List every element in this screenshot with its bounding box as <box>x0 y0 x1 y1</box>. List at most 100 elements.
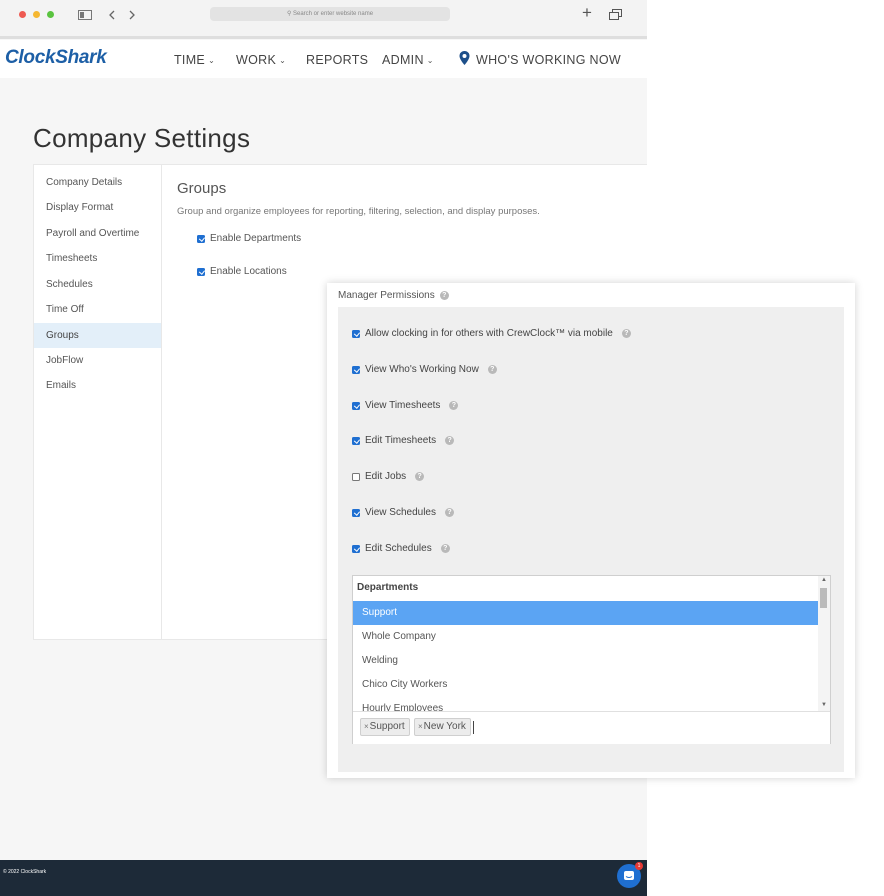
nav-work-label: WORK <box>236 53 277 67</box>
department-option-clip: Hourly Employees <box>353 697 818 711</box>
help-icon[interactable]: ? <box>440 544 450 553</box>
department-option[interactable]: Whole Company <box>353 625 818 649</box>
chat-notification-badge: 1 <box>635 862 643 870</box>
tab-overview-icon[interactable] <box>609 9 622 20</box>
zoom-window-button[interactable] <box>47 11 54 18</box>
permission-edit-jobs[interactable]: Edit Jobs ? <box>352 471 425 482</box>
help-icon[interactable]: ? <box>621 329 631 338</box>
top-navbar: ClockShark TIME ⌄ WORK ⌄ REPORTS ADMIN ⌄ WH… <box>0 40 647 78</box>
address-placeholder: Search or enter website name <box>293 11 374 17</box>
departments-multiselect[interactable]: Departments Support Whole Company Weldin… <box>352 575 831 744</box>
nav-work[interactable]: WORK ⌄ <box>236 53 286 67</box>
map-pin-icon <box>459 51 470 65</box>
help-icon[interactable]: ? <box>415 472 425 481</box>
chevron-down-icon: ⌄ <box>208 56 216 65</box>
tag-label: Support <box>369 721 405 732</box>
remove-tag-icon[interactable]: × <box>364 722 369 731</box>
help-icon[interactable]: ? <box>439 291 449 300</box>
enable-departments-checkbox[interactable] <box>197 234 205 243</box>
department-option[interactable]: Chico City Workers <box>353 673 818 697</box>
departments-scrollbar[interactable]: ▲ ▼ <box>818 576 830 711</box>
help-icon[interactable]: ? <box>445 436 455 445</box>
clockshark-logo[interactable]: ClockShark <box>5 47 107 69</box>
sidebar-item-time-off[interactable]: Time Off <box>34 297 161 322</box>
nav-reports[interactable]: REPORTS <box>306 53 368 67</box>
tag-label: New York <box>423 721 466 732</box>
enable-locations-label: Enable Locations <box>210 266 287 277</box>
permission-label: Allow clocking in for others with CrewCl… <box>365 328 613 339</box>
new-tab-button[interactable]: + <box>582 3 592 23</box>
browser-toolbar: ⚲ Search or enter website name + <box>0 0 647 37</box>
sidebar-item-emails[interactable]: Emails <box>34 373 161 398</box>
scrollbar-thumb[interactable] <box>820 588 827 608</box>
permission-edit-timesheets[interactable]: Edit Timesheets ? <box>352 435 455 446</box>
sidebar-toggle-icon[interactable] <box>78 10 92 20</box>
selected-tag: ×New York <box>414 718 471 736</box>
forward-icon[interactable] <box>128 10 136 20</box>
permission-checkbox[interactable] <box>352 436 360 445</box>
enable-departments-label: Enable Departments <box>210 233 302 244</box>
nav-whos-working-now[interactable]: WHO'S WORKING NOW <box>459 51 621 67</box>
footer-copyright: © 2022 ClockShark <box>3 869 47 875</box>
page-title: Company Settings <box>33 123 251 153</box>
chevron-down-icon: ⌄ <box>279 56 287 65</box>
department-option[interactable]: Support <box>353 601 818 625</box>
sidebar-item-timesheets[interactable]: Timesheets <box>34 246 161 271</box>
sidebar-item-company-details[interactable]: Company Details <box>34 170 161 195</box>
nav-admin[interactable]: ADMIN ⌄ <box>382 53 434 67</box>
permission-checkbox[interactable] <box>352 472 360 481</box>
permission-label: Edit Schedules <box>365 543 432 554</box>
remove-tag-icon[interactable]: × <box>418 722 423 731</box>
help-icon[interactable]: ? <box>449 401 459 410</box>
permission-checkbox[interactable] <box>352 329 360 338</box>
enable-departments-row[interactable]: Enable Departments <box>197 233 301 244</box>
permission-checkbox[interactable] <box>352 365 360 374</box>
permission-checkbox[interactable] <box>352 401 360 410</box>
page-footer: © 2022 ClockShark <box>0 860 647 896</box>
close-window-button[interactable] <box>19 11 26 18</box>
departments-header: Departments <box>357 582 419 593</box>
permission-edit-schedules[interactable]: Edit Schedules ? <box>352 543 450 554</box>
minimize-window-button[interactable] <box>33 11 40 18</box>
permission-label: Edit Timesheets <box>365 435 437 446</box>
scroll-up-icon[interactable]: ▲ <box>821 577 827 583</box>
permissions-list: Allow clocking in for others with CrewCl… <box>338 307 844 772</box>
sidebar-item-schedules[interactable]: Schedules <box>34 272 161 297</box>
permission-label: Edit Jobs <box>365 471 407 482</box>
address-bar[interactable]: ⚲ Search or enter website name <box>210 7 450 21</box>
department-option[interactable]: Welding <box>353 649 818 673</box>
groups-description: Group and organize employees for reporti… <box>177 206 540 217</box>
nav-admin-label: ADMIN <box>382 53 424 67</box>
sidebar-item-payroll-and-overtime[interactable]: Payroll and Overtime <box>34 221 161 246</box>
manager-permissions-label: Manager Permissions <box>338 290 435 301</box>
help-icon[interactable]: ? <box>444 508 454 517</box>
permission-label: View Schedules <box>365 507 436 518</box>
department-option[interactable]: Hourly Employees <box>353 697 818 711</box>
sidebar-item-display-format[interactable]: Display Format <box>34 195 161 220</box>
selected-departments-input[interactable]: ×Support ×New York <box>353 711 830 744</box>
sidebar-item-groups[interactable]: Groups <box>34 323 161 348</box>
enable-locations-row[interactable]: Enable Locations <box>197 266 287 277</box>
permission-view-timesheets[interactable]: View Timesheets ? <box>352 400 459 411</box>
enable-locations-checkbox[interactable] <box>197 267 205 276</box>
chevron-down-icon: ⌄ <box>426 56 434 65</box>
permission-checkbox[interactable] <box>352 508 360 517</box>
permission-view-schedules[interactable]: View Schedules ? <box>352 507 454 518</box>
nav-reports-label: REPORTS <box>306 53 369 67</box>
nav-whos-working-now-label: WHO'S WORKING NOW <box>476 53 621 67</box>
manager-permissions-heading: Manager Permissions ? <box>338 290 449 301</box>
permission-label: View Who's Working Now <box>365 364 479 375</box>
permission-label: View Timesheets <box>365 400 441 411</box>
nav-time-label: TIME <box>174 53 206 67</box>
selected-tag: ×Support <box>360 718 410 736</box>
back-icon[interactable] <box>108 10 116 20</box>
manager-permissions-panel: Manager Permissions ? Allow clocking in … <box>327 283 855 778</box>
permission-checkbox[interactable] <box>352 544 360 553</box>
nav-time[interactable]: TIME ⌄ <box>174 53 215 67</box>
scroll-down-icon[interactable]: ▼ <box>821 702 827 708</box>
toolbar-divider <box>0 36 647 39</box>
sidebar-item-jobflow[interactable]: JobFlow <box>34 348 161 373</box>
help-icon[interactable]: ? <box>487 365 497 374</box>
permission-view-whos-working-now[interactable]: View Who's Working Now ? <box>352 364 497 375</box>
permission-crewclock-mobile[interactable]: Allow clocking in for others with CrewCl… <box>352 328 631 339</box>
